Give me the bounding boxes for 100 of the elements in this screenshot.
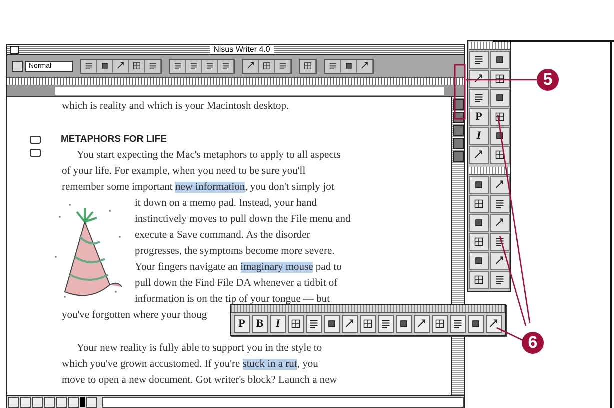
palette-drag-bar[interactable] <box>469 42 510 50</box>
body-text: Your fingers navigate an <box>135 262 240 273</box>
tool-button[interactable] <box>396 315 412 333</box>
lines-icon <box>204 61 214 71</box>
tool-button[interactable] <box>490 252 510 270</box>
tool-button[interactable] <box>469 70 489 88</box>
tool-button[interactable] <box>490 108 510 126</box>
lines-icon <box>220 61 230 71</box>
lines-icon <box>473 54 485 66</box>
tool-button[interactable] <box>469 252 489 270</box>
tool-button[interactable] <box>490 127 510 145</box>
tool-button[interactable] <box>490 51 510 69</box>
tool-button[interactable] <box>469 271 489 289</box>
margin-marker-icon[interactable] <box>30 136 41 144</box>
view-button[interactable] <box>56 396 67 408</box>
body-text: You start expecting the Mac's metaphors to apply to all aspects <box>77 150 341 161</box>
grid-icon <box>362 318 374 330</box>
palette-drag-bar[interactable] <box>231 305 505 313</box>
body-text: , you <box>297 359 318 370</box>
close-box[interactable] <box>10 46 19 54</box>
body-text: execute a Save command. As the disorder <box>135 230 310 241</box>
arrow-icon <box>344 318 356 330</box>
horizontal-scrollbar[interactable] <box>102 396 464 408</box>
tool-button[interactable] <box>360 315 376 333</box>
ruler[interactable] <box>7 78 464 97</box>
body-text: Your new reality is fully able to support you in the style to <box>77 343 322 354</box>
grid-icon <box>132 61 142 71</box>
tool-button[interactable] <box>490 195 510 213</box>
tool-button[interactable] <box>490 176 510 194</box>
tool-button[interactable]: B <box>252 315 268 333</box>
tool-button[interactable] <box>468 315 484 333</box>
square-icon <box>344 61 354 71</box>
leader-line <box>466 79 537 81</box>
tool-button[interactable] <box>469 195 489 213</box>
square-icon <box>473 179 485 191</box>
margin-marker-icon[interactable] <box>30 149 41 157</box>
view-button[interactable] <box>86 396 97 408</box>
tool-button[interactable] <box>490 89 510 107</box>
square-icon <box>473 255 485 267</box>
palette-drag-bar[interactable] <box>469 167 510 175</box>
tool-button[interactable] <box>378 315 394 333</box>
tool-button[interactable] <box>342 315 358 333</box>
view-button[interactable] <box>20 396 31 408</box>
tool-button[interactable]: P <box>234 315 250 333</box>
view-button[interactable] <box>44 396 55 408</box>
tool-button[interactable]: P <box>469 108 489 126</box>
arrow-icon <box>494 217 506 229</box>
lines-icon <box>494 274 506 286</box>
arrow-icon <box>473 73 485 85</box>
square-icon <box>100 61 110 71</box>
view-button[interactable] <box>68 396 79 408</box>
view-button[interactable] <box>8 396 19 408</box>
tool-button[interactable] <box>469 214 489 232</box>
arrow-icon <box>488 318 500 330</box>
body-text: it down on a memo pad. Instead, your hand <box>135 198 317 209</box>
grid-icon <box>262 61 272 71</box>
selected-text: new information <box>175 182 246 193</box>
tool-button[interactable] <box>490 70 510 88</box>
tool-button[interactable] <box>469 89 489 107</box>
title-bar[interactable]: Nisus Writer 4.0 <box>7 45 464 55</box>
tool-button[interactable] <box>486 315 502 333</box>
lines-icon <box>494 236 506 248</box>
lines-icon <box>473 92 485 104</box>
tool-button[interactable]: I <box>270 315 286 333</box>
page-marker <box>80 397 85 407</box>
lines-icon <box>452 318 464 330</box>
body-text: pad to <box>314 262 342 273</box>
tool-button[interactable] <box>432 315 448 333</box>
tool-button[interactable] <box>324 315 340 333</box>
view-button[interactable] <box>32 396 43 408</box>
tool-button[interactable] <box>288 315 304 333</box>
selected-text: imaginary mouse <box>240 262 314 273</box>
lines-icon <box>278 61 288 71</box>
tool-button[interactable] <box>469 233 489 251</box>
tool-button[interactable] <box>490 271 510 289</box>
grid-icon <box>494 111 506 123</box>
lines-icon <box>84 61 94 71</box>
body-text: which you've grown accustomed. If you're <box>62 359 242 370</box>
tool-button[interactable] <box>469 51 489 69</box>
highlight-frame <box>454 64 466 120</box>
arrow-icon <box>494 179 506 191</box>
lines-icon <box>328 61 338 71</box>
lines-icon <box>494 198 506 210</box>
body-text: , you don't simply jot <box>245 182 334 193</box>
square-icon <box>470 318 482 330</box>
tool-button[interactable] <box>469 176 489 194</box>
tool-button[interactable] <box>450 315 466 333</box>
tool-button[interactable] <box>490 233 510 251</box>
tool-button[interactable]: I <box>469 127 489 145</box>
square-icon <box>473 217 485 229</box>
body-text: remember some important <box>62 182 174 193</box>
tool-button[interactable] <box>469 146 489 164</box>
tool-button[interactable] <box>306 315 322 333</box>
tool-button[interactable] <box>414 315 430 333</box>
tool-button[interactable] <box>490 146 510 164</box>
grid-icon <box>494 73 506 85</box>
tool-button[interactable] <box>490 214 510 232</box>
section-heading: METAPHORS FOR LIFE <box>61 133 167 147</box>
body-text: you've forgotten where your thoug <box>62 310 208 321</box>
square-icon <box>494 92 506 104</box>
